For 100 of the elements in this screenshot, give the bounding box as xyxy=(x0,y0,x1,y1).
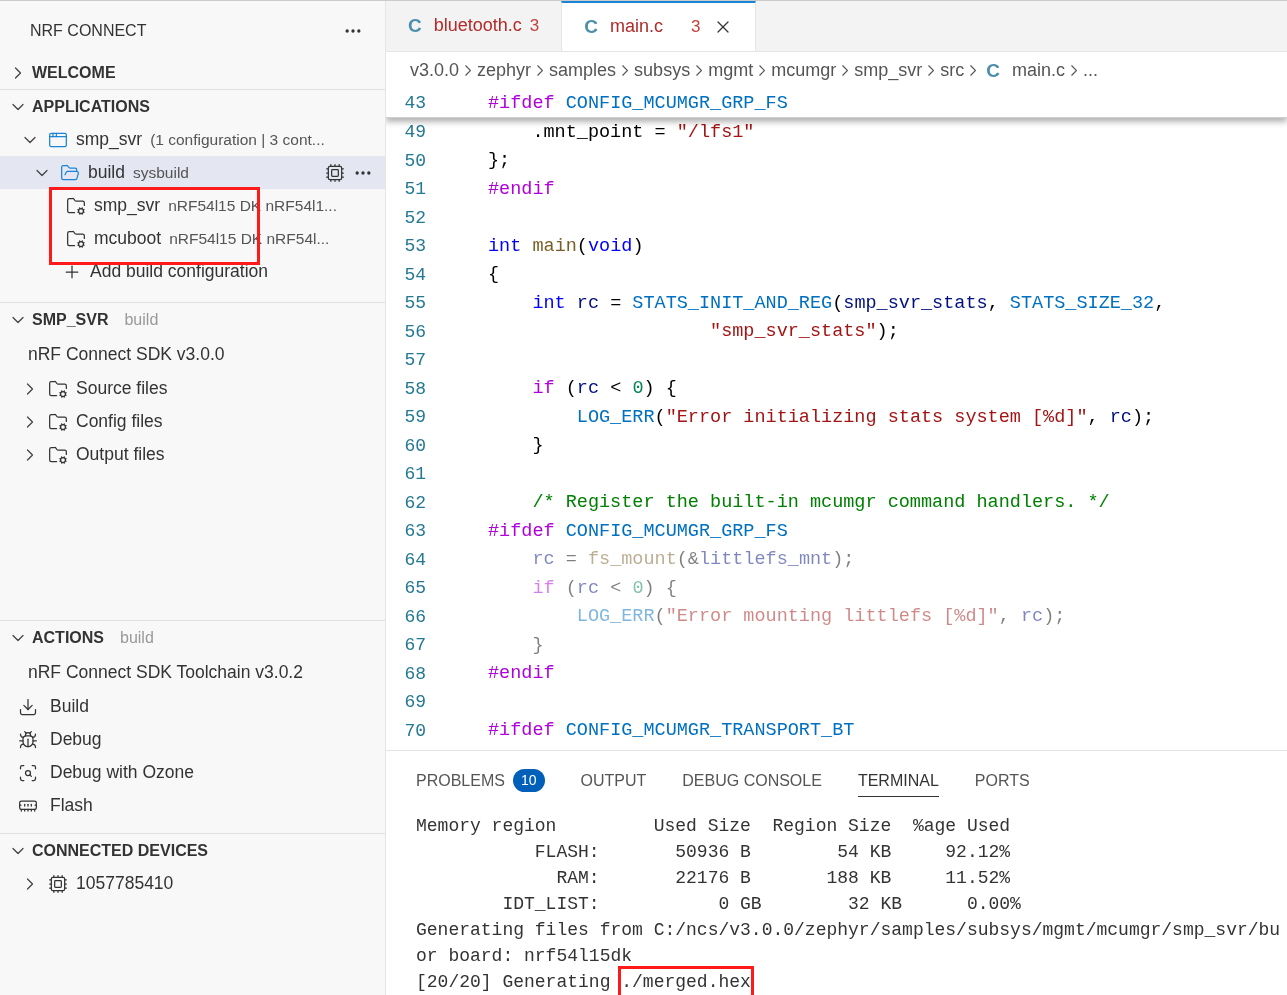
folder-icon xyxy=(48,411,68,432)
device-serial: 1057785410 xyxy=(76,872,174,896)
chevron-right-icon xyxy=(696,65,703,77)
tab-label: main.c xyxy=(610,15,664,39)
breadcrumb[interactable]: mcumgr xyxy=(771,57,837,85)
chevron-right-icon xyxy=(759,65,766,77)
chevron-right-icon xyxy=(928,65,935,77)
code-line: } xyxy=(531,633,544,658)
line-number: 57 xyxy=(403,349,427,372)
line-number: 51 xyxy=(403,178,427,201)
breadcrumb[interactable]: smp_svr xyxy=(854,57,923,85)
device-item[interactable]: 1057785410 xyxy=(0,867,385,900)
item-label: Config files xyxy=(76,410,163,434)
code-line: "smp_svr_stats"); xyxy=(709,320,899,345)
action-label: Debug with Ozone xyxy=(50,761,194,785)
board-icon[interactable] xyxy=(325,162,345,183)
panel-tab[interactable]: OUTPUT xyxy=(580,765,647,797)
section-title[interactable]: APPLICATIONS xyxy=(32,94,150,119)
terminal-text: [20/20] Generating xyxy=(416,970,612,994)
sidebar-title: NRF CONNECT xyxy=(30,20,147,41)
tree-item[interactable]: Output files xyxy=(0,438,385,471)
action-item[interactable]: Flash xyxy=(0,789,385,822)
breadcrumb[interactable]: v3.0.0 xyxy=(410,57,460,85)
line-number: 59 xyxy=(403,406,427,429)
section-title[interactable]: CONNECTED DEVICES xyxy=(32,838,209,863)
breadcrumb[interactable]: main.c xyxy=(1011,57,1065,85)
panel-tab[interactable]: PORTS xyxy=(974,765,1030,797)
line-number: 60 xyxy=(403,434,427,458)
tree-item[interactable]: Source files xyxy=(0,372,385,405)
item-label: smp_svr xyxy=(76,128,143,152)
action-item[interactable]: Build xyxy=(0,690,385,723)
add-build-configuration[interactable]: Add build configuration xyxy=(0,255,385,288)
sdk-version: nRF Connect SDK v3.0.0 xyxy=(28,342,225,366)
code-line: /* Register the built-in mcumgr command handlers. */ xyxy=(531,491,1110,516)
board-icon xyxy=(48,873,68,894)
chevron-right-icon xyxy=(465,65,472,77)
problem-count: 3 xyxy=(529,15,540,38)
breadcrumb[interactable]: zephyr xyxy=(477,57,532,85)
terminal-text: FLASH: 50936 B 54 KB 92.12% xyxy=(533,840,1011,864)
breadcrumb[interactable]: src xyxy=(940,57,965,85)
action-label: Add build configuration xyxy=(90,260,269,284)
breadcrumb[interactable]: subsys xyxy=(634,57,691,85)
breadcrumb[interactable]: mgmt xyxy=(708,57,754,85)
bug-icon xyxy=(18,729,38,750)
panel-tab[interactable]: PROBLEMS 10 xyxy=(416,765,545,797)
section-title[interactable]: SMP_SVR xyxy=(32,307,109,332)
section-subtitle: build xyxy=(120,627,154,648)
code-line: .mnt_point = "/lfs1" xyxy=(531,120,755,145)
code-line: LOG_ERR("Error mounting littlefs [%d]", rc); xyxy=(575,605,1066,630)
section-title[interactable]: WELCOME xyxy=(32,60,116,85)
line-number: 67 xyxy=(403,634,427,657)
code-line: LOG_ERR("Error initializing stats system [%d]", rc); xyxy=(575,405,1155,430)
problem-count: 3 xyxy=(691,16,701,39)
line-number: 54 xyxy=(403,263,427,287)
folder-gear-icon xyxy=(66,228,86,249)
action-label: Flash xyxy=(50,794,93,818)
item-label: mcuboot xyxy=(94,227,162,251)
terminal-text: ./merged.hex xyxy=(621,968,751,995)
panel-tab[interactable]: DEBUG CONSOLE xyxy=(682,765,822,797)
folder-icon xyxy=(48,444,68,465)
breadcrumb[interactable]: ... xyxy=(1082,57,1098,85)
action-item[interactable]: Debug xyxy=(0,723,385,756)
item-description: sysbuild xyxy=(133,162,189,183)
line-number: 56 xyxy=(403,320,427,344)
item-label: build xyxy=(88,161,125,185)
line-number: 49 xyxy=(403,121,427,144)
code-line: if (rc < 0) { xyxy=(531,576,677,601)
folder-gear-icon xyxy=(66,195,86,216)
terminal-text: RAM: 22176 B 188 KB 11.52% xyxy=(555,866,1011,890)
chevron-right-icon xyxy=(537,65,544,77)
line-number: 69 xyxy=(403,691,427,714)
editor-tab[interactable]: C main.c 3 xyxy=(561,1,756,51)
chevron-right-icon xyxy=(622,65,629,77)
folder-icon xyxy=(48,378,68,399)
tree-item[interactable]: smp_svr (1 configuration | 3 cont... xyxy=(0,123,385,156)
item-description: (1 configuration | 3 cont... xyxy=(150,129,325,150)
code-line: #endif xyxy=(488,662,555,687)
tree-item[interactable]: build sysbuild xyxy=(0,156,385,189)
code-line: }; xyxy=(488,149,511,174)
terminal-text: or board: nrf54l15dk xyxy=(416,944,633,968)
folder-icon xyxy=(60,162,80,183)
code-line: #ifdef CONFIG_MCUMGR_TRANSPORT_BT xyxy=(488,719,855,744)
line-number: 63 xyxy=(403,520,427,543)
section-title[interactable]: ACTIONS xyxy=(32,625,104,650)
item-label: Output files xyxy=(76,443,165,467)
breadcrumb[interactable]: samples xyxy=(549,57,617,85)
action-item[interactable]: Debug with Ozone xyxy=(0,756,385,789)
editor-tab[interactable]: C bluetooth.c 3 xyxy=(386,1,562,51)
code-line: #ifdef CONFIG_MCUMGR_GRP_FS xyxy=(488,91,788,116)
tab-label: bluetooth.c xyxy=(433,14,522,38)
panel-tab[interactable]: TERMINAL xyxy=(857,765,939,797)
line-number: 70 xyxy=(403,719,427,743)
tree-item[interactable]: Config files xyxy=(0,405,385,438)
terminal-text: Generating files from C:/ncs/v3.0.0/zephyr/samples/subsys/mgmt/mcumgr/smp_svr/bu xyxy=(416,918,1281,942)
line-number: 62 xyxy=(403,491,427,515)
action-label: Build xyxy=(50,695,89,719)
chevron-right-icon xyxy=(1070,65,1077,77)
code-line: #endif xyxy=(488,177,555,202)
chevron-right-icon xyxy=(842,65,849,77)
code-line: int main(void) xyxy=(488,234,644,259)
